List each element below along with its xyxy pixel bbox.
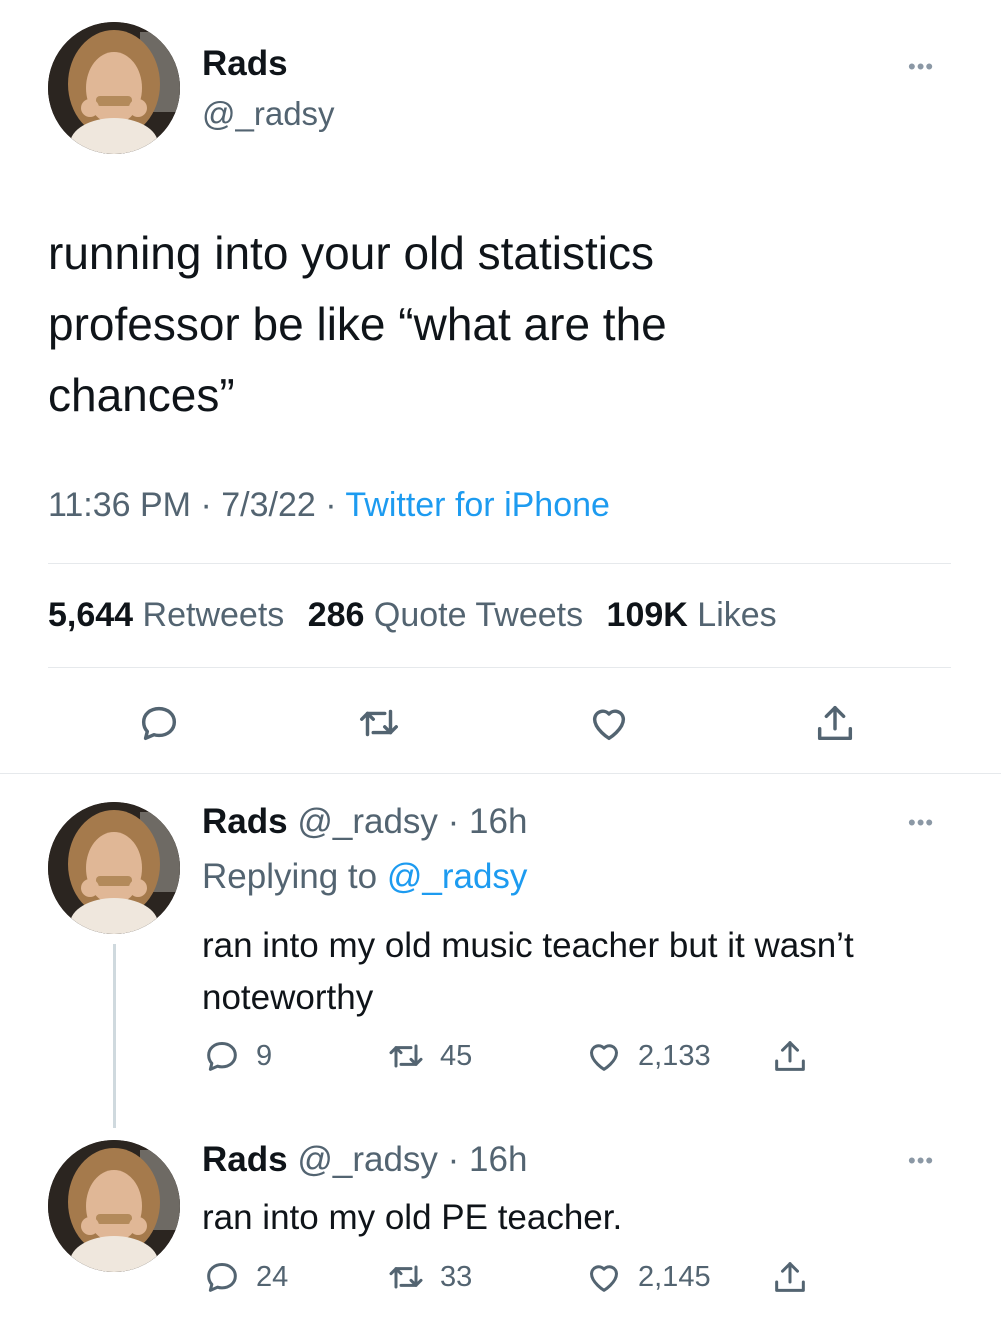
retweet-button[interactable] [356,700,402,746]
reply-icon [207,1042,237,1071]
likes-count: 109K [606,596,688,634]
reply-button[interactable] [136,700,182,746]
avatar[interactable] [48,22,180,154]
author-handle[interactable]: @_radsy [297,1140,438,1179]
share-button[interactable] [770,1036,810,1076]
reply-text: ran into my old PE teacher. [202,1192,622,1244]
reply-count: 9 [256,1039,273,1072]
share-icon [775,1262,805,1292]
avatar[interactable] [48,802,180,934]
retweet-icon [389,1044,423,1068]
author-name[interactable]: Rads [202,802,288,841]
meta-separator: · [191,486,222,524]
reply-text-line: noteworthy [202,978,374,1017]
quotes-label: Quote Tweets [373,596,584,634]
tweet-age[interactable]: 16h [469,1140,527,1179]
avatar[interactable] [48,1140,180,1272]
tweet-source-link[interactable]: Twitter for iPhone [345,486,610,524]
retweet-icon [360,709,398,737]
retweet-icon [389,1265,423,1289]
replying-to-label: Replying to [202,857,378,896]
tweet-time[interactable]: 11:36 PM [48,486,191,524]
author-handle[interactable]: @_radsy [297,802,438,841]
reply-header: Rads @_radsy · 16h [202,1140,527,1180]
tweet-date[interactable]: 7/3/22 [221,486,316,524]
more-options-icon[interactable]: ••• [908,1150,934,1172]
share-icon [817,705,853,741]
replying-to: Replying to @_radsy [202,857,527,897]
reply-count: 24 [256,1260,289,1293]
divider [48,667,951,668]
divider [0,773,1001,774]
like-button[interactable]: 2,145 [584,1257,711,1297]
retweet-button[interactable]: 45 [386,1036,472,1076]
replying-to-handle[interactable]: @_radsy [387,857,528,896]
likes-label: Likes [697,596,777,634]
like-button[interactable] [586,700,632,746]
like-count: 2,133 [638,1039,711,1072]
tweet-text-line: professor be like “what are the [48,298,667,350]
more-options-icon[interactable]: ••• [908,812,934,834]
like-icon [590,1265,618,1292]
reply-icon [207,1263,237,1292]
reply-button[interactable]: 24 [202,1257,288,1297]
like-button[interactable]: 2,133 [584,1036,711,1076]
engagement-stats: 5,644 Retweets 286 Quote Tweets 109K Lik… [48,596,777,635]
tweet-age[interactable]: 16h [469,802,527,841]
quotes-stat[interactable]: 286 Quote Tweets [308,596,583,634]
retweet-count: 45 [440,1039,473,1072]
like-count: 2,145 [638,1260,711,1293]
divider [48,563,951,564]
meta-separator: · [315,486,346,524]
thread-connector [113,944,116,1128]
share-icon [775,1041,805,1071]
like-icon [590,1044,618,1071]
meta-separator: · [437,802,470,841]
retweets-count: 5,644 [48,596,134,634]
quotes-count: 286 [307,596,365,634]
more-options-icon[interactable]: ••• [908,56,934,78]
tweet-text-line: chances” [48,369,235,421]
reply-text-line: ran into my old music teacher but it was… [202,926,854,965]
like-icon [592,709,626,741]
reply-text: ran into my old music teacher but it was… [202,920,854,1024]
meta-separator: · [437,1140,470,1179]
reply-icon [141,706,177,741]
tweet-text-line: running into your old statistics [48,227,654,279]
reply-button[interactable]: 9 [202,1036,272,1076]
retweets-label: Retweets [142,596,285,634]
reply-header: Rads @_radsy · 16h [202,802,527,842]
author-name[interactable]: Rads [202,1140,288,1179]
tweet-text: running into your old statistics profess… [48,218,667,431]
reply-text-line: ran into my old PE teacher. [202,1198,623,1237]
share-button[interactable] [812,700,858,746]
share-button[interactable] [770,1257,810,1297]
author-name[interactable]: Rads [202,44,288,84]
author-handle[interactable]: @_radsy [202,95,335,133]
tweet-meta: 11:36 PM · 7/3/22 · Twitter for iPhone [48,486,610,525]
retweet-button[interactable]: 33 [386,1257,472,1297]
retweet-count: 33 [440,1260,473,1293]
likes-stat[interactable]: 109K Likes [607,596,777,634]
retweets-stat[interactable]: 5,644 Retweets [48,596,284,634]
